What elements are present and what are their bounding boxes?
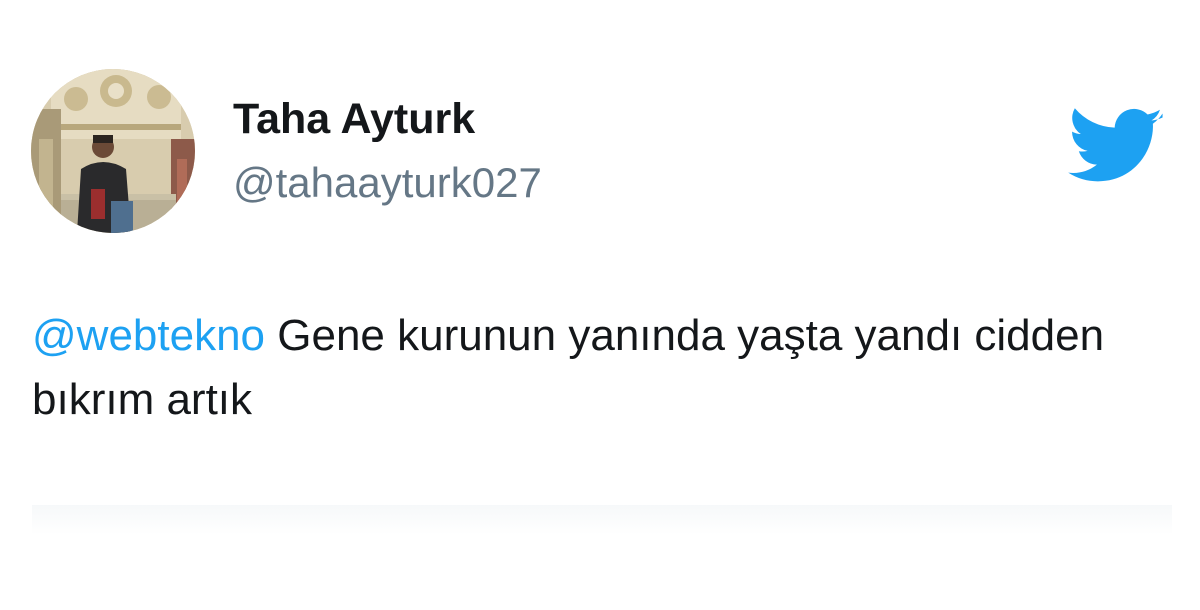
author-display-name[interactable]: Taha Ayturk bbox=[233, 95, 475, 144]
twitter-bird-icon[interactable] bbox=[1068, 108, 1164, 188]
tweet-mention-link[interactable]: @webtekno bbox=[32, 311, 265, 360]
author-handle[interactable]: @tahaayturk027 bbox=[233, 159, 542, 207]
tweet-timestamp-faded bbox=[32, 505, 1172, 535]
tweet-text: @webtekno Gene kurunun yanında yaşta yan… bbox=[32, 304, 1172, 432]
author-avatar[interactable] bbox=[31, 69, 195, 233]
avatar-image bbox=[31, 69, 195, 233]
tweet-card: Taha Ayturk @tahaayturk027 @webtekno Gen… bbox=[0, 0, 1200, 610]
